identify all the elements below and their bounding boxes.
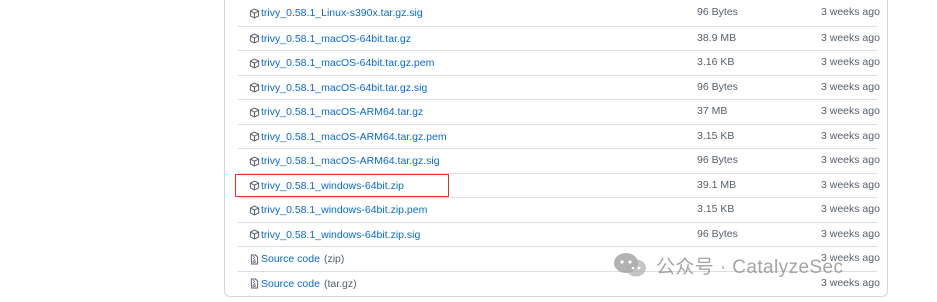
asset-name: trivy_0.58.1_Linux-s390x.tar.gz.sig	[261, 7, 423, 19]
asset-updated-time: 3 weeks ago	[821, 178, 880, 191]
asset-link[interactable]: trivy_0.58.1_windows-64bit.zip	[249, 177, 404, 195]
asset-updated-time: 3 weeks ago	[821, 31, 880, 44]
asset-name: trivy_0.58.1_windows-64bit.zip.sig	[261, 228, 421, 241]
asset-row: trivy_0.58.1_macOS-ARM64.tar.gz 37 MB 3 we…	[238, 99, 880, 124]
package-icon	[249, 82, 260, 93]
asset-row: trivy_0.58.1_macOS-64bit.tar.gz.pem 3.16 …	[238, 50, 880, 75]
asset-updated-time: 3 weeks ago	[821, 154, 880, 166]
release-assets-page: trivy_0.58.1_Linux-s390x.tar.gz.sig 96 By…	[0, 0, 937, 302]
asset-row: trivy_0.58.1_macOS-64bit.tar.gz.sig 96 By…	[238, 74, 880, 100]
asset-link[interactable]: trivy_0.58.1_macOS-ARM64.tar.gz.sig	[249, 152, 440, 170]
asset-row: trivy_0.58.1_macOS-ARM64.tar.gz.pem 3.15 …	[238, 123, 880, 149]
asset-size: 3.15 KB	[697, 129, 735, 142]
asset-name: Source code	[261, 253, 320, 265]
asset-updated-time: 3 weeks ago	[821, 105, 880, 117]
asset-updated-time: 3 weeks ago	[821, 203, 880, 215]
asset-link[interactable]: trivy_0.58.1_windows-64bit.zip.pem	[249, 201, 427, 219]
asset-size: 3.16 KB	[697, 56, 735, 68]
asset-format: (tar.gz)	[323, 277, 357, 290]
asset-name: Source code	[261, 277, 320, 290]
asset-row: trivy_0.58.1_windows-64bit.zip.pem 3.15 K…	[238, 197, 880, 222]
package-icon	[249, 229, 260, 240]
asset-name: trivy_0.58.1_macOS-ARM64.tar.gz	[261, 106, 424, 118]
asset-row: trivy_0.58.1_windows-64bit.zip 39.1 MB 3 w…	[238, 172, 880, 198]
file-zip-icon	[249, 254, 260, 265]
file-zip-icon	[249, 278, 260, 289]
asset-size: 96 Bytes	[697, 80, 738, 93]
asset-link[interactable]: trivy_0.58.1_macOS-64bit.tar.gz	[249, 30, 411, 48]
asset-name: trivy_0.58.1_windows-64bit.zip	[261, 179, 404, 192]
package-icon	[249, 131, 260, 142]
asset-format: (zip)	[323, 253, 345, 265]
asset-row: trivy_0.58.1_windows-64bit.zip.sig 96 Byt…	[238, 221, 880, 247]
asset-row: trivy_0.58.1_macOS-64bit.tar.gz 38.9 MB 3 …	[238, 25, 880, 51]
package-icon	[249, 180, 260, 191]
asset-row: trivy_0.58.1_Linux-s390x.tar.gz.sig 96 By…	[238, 1, 880, 26]
asset-name: trivy_0.58.1_macOS-ARM64.tar.gz.pem	[261, 130, 447, 143]
asset-updated-time: 3 weeks ago	[821, 6, 880, 18]
asset-row: trivy_0.58.1_macOS-ARM64.tar.gz.sig 96 By…	[238, 148, 880, 173]
package-icon	[249, 107, 260, 118]
asset-name: trivy_0.58.1_macOS-ARM64.tar.gz.sig	[261, 155, 440, 167]
asset-size: 96 Bytes	[697, 227, 738, 240]
source-code-link[interactable]: Source code (zip)	[249, 250, 344, 268]
watermark: 公众号 · CatalyzeSec	[612, 251, 843, 279]
asset-name: trivy_0.58.1_macOS-64bit.tar.gz.sig	[261, 81, 428, 94]
asset-size: 38.9 MB	[697, 31, 737, 44]
package-icon	[249, 58, 260, 69]
asset-name: trivy_0.58.1_windows-64bit.zip.pem	[261, 204, 428, 216]
asset-link[interactable]: trivy_0.58.1_Linux-s390x.tar.gz.sig	[249, 4, 423, 22]
asset-name: trivy_0.58.1_macOS-64bit.tar.gz.pem	[261, 57, 435, 69]
asset-size: 96 Bytes	[697, 6, 738, 18]
watermark-text: 公众号 · CatalyzeSec	[656, 256, 844, 278]
asset-updated-time: 3 weeks ago	[821, 80, 880, 93]
source-code-link[interactable]: Source code (tar.gz)	[249, 275, 357, 293]
asset-link[interactable]: trivy_0.58.1_macOS-ARM64.tar.gz	[249, 103, 423, 121]
asset-link[interactable]: trivy_0.58.1_windows-64bit.zip.sig	[249, 226, 420, 244]
asset-updated-time: 3 weeks ago	[821, 227, 880, 240]
asset-name: trivy_0.58.1_macOS-64bit.tar.gz	[261, 32, 411, 45]
asset-size: 39.1 MB	[697, 178, 737, 191]
asset-size: 3.15 KB	[697, 203, 735, 215]
asset-size: 96 Bytes	[697, 154, 738, 166]
asset-link[interactable]: trivy_0.58.1_macOS-64bit.tar.gz.pem	[249, 54, 434, 72]
asset-size: 37 MB	[697, 105, 728, 117]
asset-link[interactable]: trivy_0.58.1_macOS-64bit.tar.gz.sig	[249, 79, 427, 97]
asset-updated-time: 3 weeks ago	[821, 129, 880, 142]
package-icon	[249, 205, 260, 216]
asset-updated-time: 3 weeks ago	[821, 56, 880, 68]
package-icon	[249, 33, 260, 44]
asset-link[interactable]: trivy_0.58.1_macOS-ARM64.tar.gz.pem	[249, 128, 447, 146]
package-icon	[249, 8, 260, 19]
package-icon	[249, 156, 260, 167]
wechat-logo-icon	[612, 251, 648, 279]
